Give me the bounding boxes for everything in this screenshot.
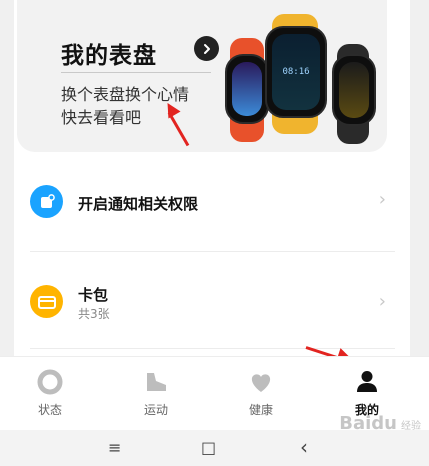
chevron-right-icon: › bbox=[378, 189, 386, 210]
nav-item-exercise[interactable]: 运动 bbox=[106, 367, 206, 418]
row-sublabel: 共3张 bbox=[78, 307, 110, 321]
row-label: 卡包 bbox=[78, 286, 109, 304]
chevron-right-icon bbox=[203, 43, 210, 54]
banner-subtitle-2: 快去看看吧 bbox=[61, 108, 142, 127]
menu-button[interactable]: ≡ bbox=[108, 438, 121, 457]
nav-label: 状态 bbox=[37, 403, 62, 417]
banner-go-button[interactable] bbox=[194, 36, 219, 61]
nav-item-health[interactable]: 健康 bbox=[211, 367, 311, 418]
shoe-icon bbox=[141, 367, 171, 397]
nav-item-status[interactable]: 状态 bbox=[0, 367, 100, 418]
row-label: 开启通知相关权限 bbox=[78, 195, 199, 213]
nav-item-mine[interactable]: 我的 bbox=[317, 367, 417, 418]
notification-icon bbox=[30, 185, 63, 218]
watch-black bbox=[329, 44, 377, 144]
watermark-logo: Baidu 经验 bbox=[339, 413, 421, 434]
page-background: 我的表盘 换个表盘换个心情 快去看看吧 08:16 开启通知相关权限 › 卡包 … bbox=[0, 0, 429, 356]
watch-time: 08:16 bbox=[282, 66, 310, 77]
person-icon bbox=[352, 367, 382, 397]
card-wallet-row[interactable]: 卡包 共3张 › bbox=[14, 258, 410, 340]
status-ring-icon bbox=[35, 367, 65, 397]
nav-label: 健康 bbox=[248, 403, 273, 417]
nav-label: 运动 bbox=[143, 403, 168, 417]
wallet-icon bbox=[30, 285, 63, 318]
banner-title: 我的表盘 bbox=[61, 43, 157, 69]
row-divider bbox=[30, 251, 395, 252]
watch-face-banner[interactable]: 我的表盘 换个表盘换个心情 快去看看吧 08:16 bbox=[17, 0, 387, 152]
home-button[interactable]: □ bbox=[201, 438, 216, 457]
watch-yellow: 08:16 bbox=[262, 14, 328, 134]
banner-divider bbox=[61, 72, 211, 73]
system-nav-bar: ≡ □ ‹ bbox=[0, 430, 429, 466]
notification-permission-row[interactable]: 开启通知相关权限 › bbox=[14, 161, 410, 243]
heart-icon bbox=[246, 367, 276, 397]
chevron-right-icon: › bbox=[378, 291, 386, 312]
back-button[interactable]: ‹ bbox=[300, 435, 308, 459]
